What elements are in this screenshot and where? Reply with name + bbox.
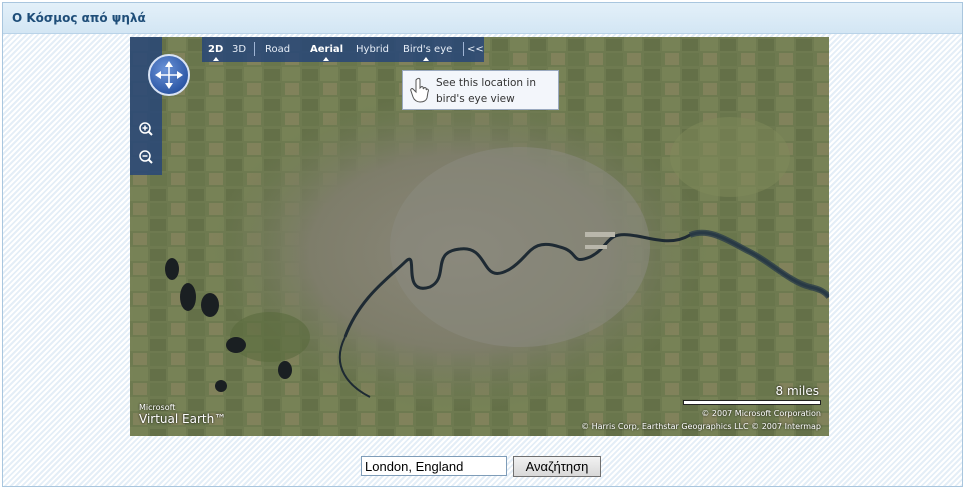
hybrid-view-button[interactable]: Hybrid [356,44,389,55]
selected-indicator [213,57,219,61]
collapse-toolbar-button[interactable]: << [467,44,484,55]
tooltip-line: See this location in [436,77,536,89]
zoom-out-button[interactable] [138,149,154,165]
search-button[interactable]: Αναζήτηση [513,456,601,477]
virtual-earth-logo: Virtual Earth™ [139,412,227,426]
toolbar-divider [254,42,255,56]
toolbar-divider [463,42,464,56]
hand-pointer-icon [410,77,429,103]
aerial-map[interactable]: 2D 3D Road Aerial Hybrid Bird's eye << S… [130,37,829,436]
panel-title: Ο Κόσμος από ψηλά [12,11,146,25]
selected-indicator [423,57,429,61]
panel-header: Ο Κόσμος από ψηλά [3,3,962,34]
selected-indicator [323,57,329,61]
aerial-view-button[interactable]: Aerial [310,44,343,55]
view-3d-button[interactable]: 3D [232,44,246,55]
pan-control[interactable] [148,54,190,96]
tooltip-line: bird's eye view [436,93,515,105]
copyright-notice: © Harris Corp, Earthstar Geographics LLC… [581,422,821,431]
zoom-in-icon [139,122,153,136]
zoom-out-icon [139,150,153,164]
birds-eye-button[interactable]: Bird's eye [403,44,452,55]
scale-bar [683,400,821,405]
view-2d-button[interactable]: 2D [208,44,223,55]
road-view-button[interactable]: Road [265,44,290,55]
zoom-in-button[interactable] [138,121,154,137]
scale-label: 8 miles [775,384,819,398]
tooltip-text: See this location in bird's eye view [436,75,558,107]
birds-eye-tooltip[interactable]: See this location in bird's eye view [402,70,559,110]
map-view-toolbar: 2D 3D Road Aerial Hybrid Bird's eye << [202,37,484,62]
location-search-input[interactable] [361,456,507,476]
compass-arrows-icon [155,61,183,89]
copyright-notice: © 2007 Microsoft Corporation [701,409,821,418]
microsoft-logo: Microsoft [139,403,176,412]
